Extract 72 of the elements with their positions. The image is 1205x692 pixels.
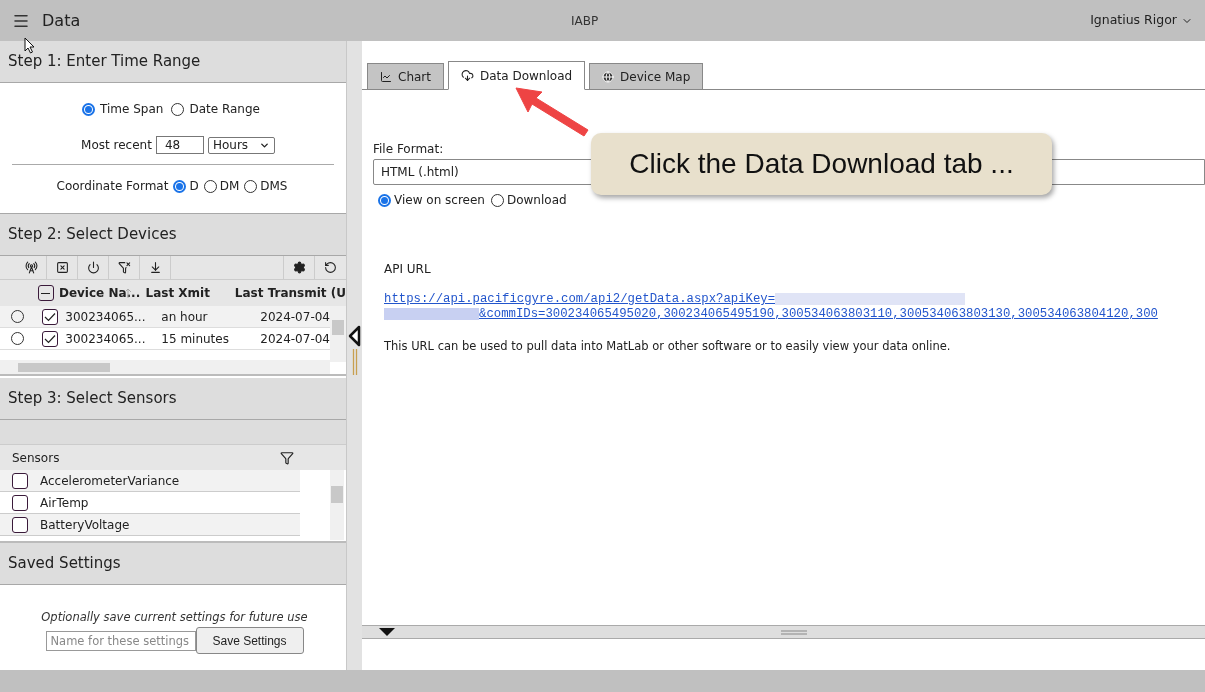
radio-label: Download (506, 192, 567, 209)
field-label: Coordinate Format (56, 178, 169, 195)
checkbox[interactable] (42, 330, 59, 347)
sensor-name: AccelerometerVariance (40, 472, 180, 490)
radio-label: Date Range (189, 101, 260, 118)
section-header: Step 1: Enter Time Range (0, 41, 346, 83)
field-label: Most recent (81, 137, 152, 154)
column-header[interactable]: Device Na... (58, 284, 146, 302)
column-header[interactable]: Last Xmit (145, 284, 235, 302)
select-all-checkbox[interactable] (37, 285, 54, 301)
settings-icon[interactable] (292, 261, 306, 274)
expand-down-icon[interactable] (379, 627, 395, 637)
callout-tooltip: Click the Data Download tab ... (591, 133, 1052, 195)
checkbox[interactable] (12, 472, 28, 489)
radio-button[interactable] (82, 102, 96, 116)
radio-label: DM (219, 178, 240, 195)
cursor-icon (24, 37, 35, 54)
grip-icon[interactable] (781, 629, 807, 635)
section-header: Saved Settings (0, 543, 346, 585)
arrow-down-icon[interactable] (148, 261, 162, 274)
site-name: IABP (571, 12, 599, 30)
sensor-name: BatteryVoltage (40, 516, 130, 534)
sensor-name: AirTemp (40, 494, 89, 512)
field-label: File Format: (373, 141, 445, 158)
collapse-arrow-icon[interactable] (348, 325, 361, 347)
sort-arrow-icon (123, 288, 132, 298)
tab[interactable]: Chart (367, 63, 444, 90)
checkbox[interactable] (42, 308, 59, 325)
section-header: Step 2: Select Devices (0, 214, 346, 256)
filter-clear-icon[interactable] (117, 261, 131, 274)
crossed-box-icon[interactable] (55, 261, 69, 274)
section-header: Step 3: Select Sensors (0, 378, 346, 420)
radio-label: Time Span (100, 101, 164, 118)
globe-icon (602, 70, 615, 83)
section-label: API URL (384, 261, 432, 278)
tab[interactable]: Device Map (589, 63, 704, 90)
column-header: Sensors (12, 449, 60, 467)
vertical-scrollbar[interactable] (330, 306, 346, 362)
power-icon[interactable] (86, 261, 100, 274)
table-cell-text: 300234065... (65, 308, 147, 326)
antenna-icon[interactable] (24, 261, 38, 274)
number-field[interactable]: 48 (155, 136, 204, 154)
table-cell-text: an hour (161, 308, 209, 326)
api-url-link[interactable]: https://api.pacificgyre.com/api2/getData.aspx?apiKey= &commIDs=300234065495020,300234065495190,300534063803110,300534063803130,300534063804120,300 (384, 292, 1205, 322)
radio-label: D (189, 178, 199, 195)
settings-name-field[interactable]: Name for these settings (45, 630, 196, 651)
checkbox[interactable] (12, 516, 28, 533)
minus-icon (41, 292, 51, 294)
description-text: This URL can be used to pull data into MatLab or other software or to easily view your data online. (384, 338, 952, 355)
filter-icon[interactable] (280, 450, 294, 465)
unit-select[interactable]: Hours (207, 136, 275, 154)
tab[interactable]: Data Download (448, 61, 586, 90)
radio-button[interactable] (173, 179, 187, 193)
hint-text: Optionally save current settings for future use (41, 609, 308, 626)
save-settings-button[interactable]: Save Settings (195, 627, 304, 655)
page-title: Data (42, 9, 81, 32)
radio-label: View on screen (394, 192, 485, 209)
grip-icon[interactable] (351, 349, 358, 375)
reset-icon[interactable] (324, 261, 337, 274)
vertical-scrollbar[interactable] (330, 470, 344, 540)
table-cell-text: 300234065... (65, 330, 147, 348)
checkbox[interactable] (12, 494, 28, 511)
column-header[interactable]: Last Transmit (U (234, 284, 346, 302)
horizontal-scrollbar[interactable] (0, 360, 330, 374)
table-cell-text: 2024-07-04 (260, 330, 330, 348)
table-cell-text: 15 minutes (161, 330, 230, 348)
radio-button[interactable] (378, 193, 391, 207)
line-chart-icon (380, 70, 392, 83)
radio-label: DMS (260, 178, 288, 195)
cloud-download-icon (461, 69, 474, 82)
table-cell-text: 2024-07-04 (260, 308, 330, 326)
user-menu[interactable]: Ignatius Rigor (1090, 11, 1193, 30)
